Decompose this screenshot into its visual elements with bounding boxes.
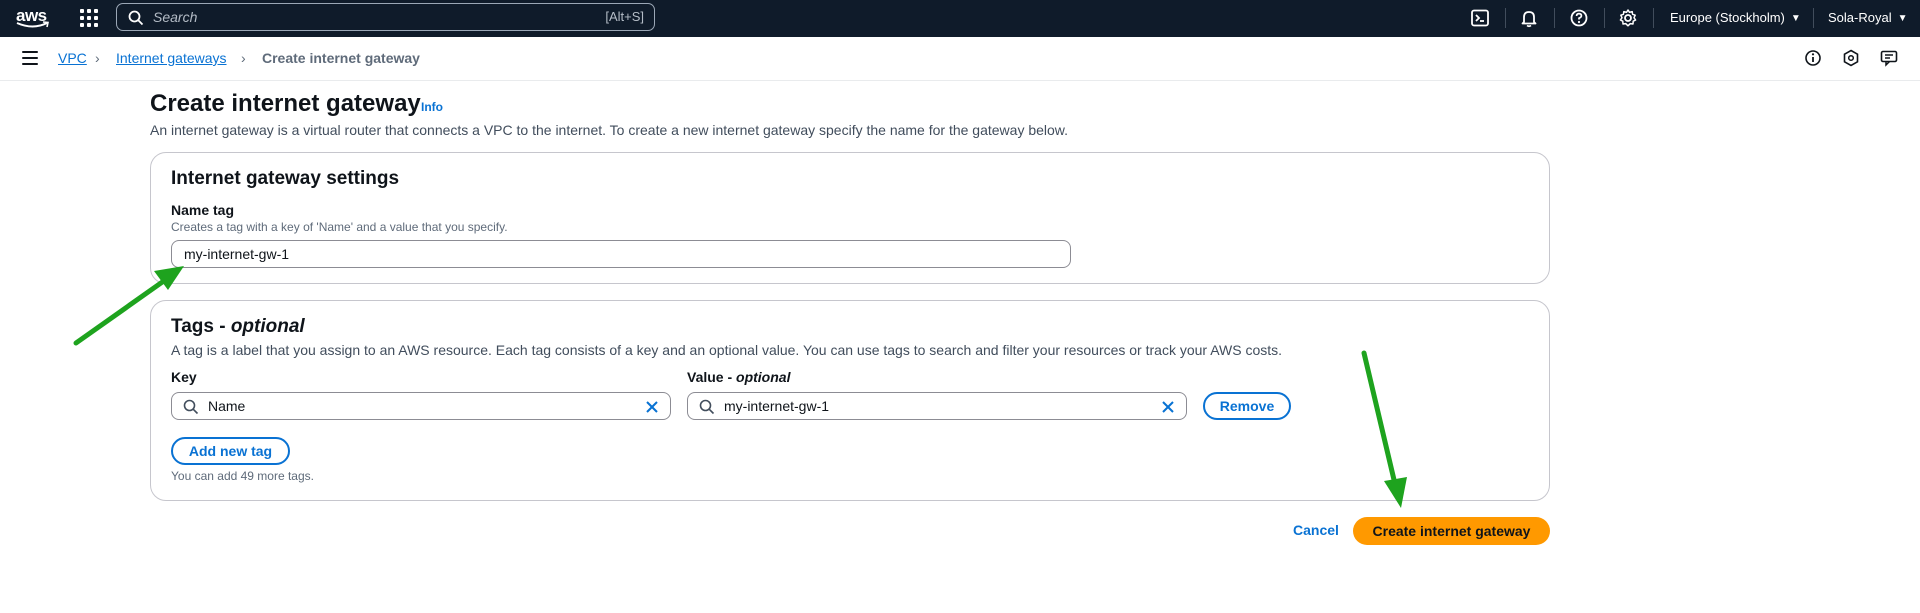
tags-panel: Tags - optional A tag is a label that yo… bbox=[150, 300, 1550, 501]
search-input[interactable] bbox=[153, 7, 553, 27]
name-tag-label: Name tag bbox=[171, 202, 235, 218]
tags-remaining-hint: You can add 49 more tags. bbox=[171, 469, 314, 483]
aws-logo[interactable]: aws bbox=[14, 5, 54, 31]
add-new-tag-button[interactable]: Add new tag bbox=[171, 437, 290, 465]
aws-smile-icon bbox=[16, 21, 49, 28]
tag-key-field[interactable] bbox=[171, 392, 671, 420]
clear-icon[interactable] bbox=[1160, 399, 1176, 415]
clear-icon[interactable] bbox=[644, 399, 660, 415]
breadcrumb-internet-gateways[interactable]: Internet gateways bbox=[116, 50, 227, 66]
search-icon bbox=[699, 399, 715, 415]
cloudshell-icon[interactable] bbox=[1470, 8, 1490, 28]
name-tag-description: Creates a tag with a key of 'Name' and a… bbox=[171, 220, 508, 234]
page-title: Create internet gateway bbox=[150, 90, 421, 117]
tag-key-input[interactable] bbox=[208, 396, 588, 416]
menu-icon[interactable] bbox=[22, 51, 40, 65]
chevron-right-icon: › bbox=[241, 50, 246, 66]
notifications-icon[interactable] bbox=[1519, 8, 1539, 28]
caret-down-icon: ▼ bbox=[1897, 13, 1908, 24]
region-selector[interactable]: Europe (Stockholm) ▼ bbox=[1670, 10, 1801, 25]
search-icon bbox=[128, 10, 144, 26]
nav-divider bbox=[1554, 8, 1555, 28]
caret-down-icon: ▼ bbox=[1790, 13, 1801, 24]
remove-tag-button[interactable]: Remove bbox=[1203, 392, 1291, 420]
tag-value-input[interactable] bbox=[724, 396, 1104, 416]
nav-divider bbox=[1505, 8, 1506, 28]
tag-value-field[interactable] bbox=[687, 392, 1187, 420]
tags-title-text: Tags - bbox=[171, 316, 231, 337]
chevron-right-icon: › bbox=[95, 50, 100, 66]
nav-divider bbox=[1653, 8, 1654, 28]
settings-icon[interactable] bbox=[1618, 8, 1638, 28]
tags-description: A tag is a label that you assign to an A… bbox=[171, 342, 1283, 358]
top-navigation: aws [Alt+S] bbox=[0, 0, 1920, 37]
cancel-button[interactable]: Cancel bbox=[1293, 522, 1339, 538]
global-search[interactable]: [Alt+S] bbox=[116, 3, 655, 31]
feedback-icon[interactable] bbox=[1880, 49, 1898, 67]
tag-value-label-text: Value - bbox=[687, 369, 737, 385]
help-icon[interactable] bbox=[1569, 8, 1589, 28]
internet-gateway-settings-panel: Internet gateway settings Name tag Creat… bbox=[150, 152, 1550, 284]
tag-value-label: Value - optional bbox=[687, 369, 790, 385]
account-menu[interactable]: Sola-Royal ▼ bbox=[1828, 10, 1908, 25]
info-panel-icon[interactable] bbox=[1804, 49, 1822, 67]
nav-divider bbox=[1813, 8, 1814, 28]
breadcrumb-bar: VPC › Internet gateways › Create interne… bbox=[0, 37, 1920, 81]
info-link[interactable]: Info bbox=[421, 100, 443, 114]
services-menu-icon[interactable] bbox=[80, 9, 98, 27]
name-tag-input[interactable] bbox=[171, 240, 1071, 268]
search-shortcut: [Alt+S] bbox=[605, 9, 644, 24]
breadcrumb-vpc[interactable]: VPC bbox=[58, 50, 87, 66]
account-label: Sola-Royal bbox=[1828, 10, 1892, 25]
tag-key-label: Key bbox=[171, 369, 197, 385]
nav-divider bbox=[1604, 8, 1605, 28]
security-hub-icon[interactable] bbox=[1842, 49, 1860, 67]
tags-title: Tags - optional bbox=[171, 316, 305, 338]
create-internet-gateway-button[interactable]: Create internet gateway bbox=[1353, 517, 1550, 545]
page-description: An internet gateway is a virtual router … bbox=[150, 122, 1069, 138]
region-label: Europe (Stockholm) bbox=[1670, 10, 1785, 25]
search-icon bbox=[183, 399, 199, 415]
tag-value-label-optional: optional bbox=[736, 369, 791, 385]
tags-title-optional: optional bbox=[230, 316, 305, 337]
settings-title: Internet gateway settings bbox=[171, 168, 400, 189]
breadcrumb-current: Create internet gateway bbox=[262, 50, 420, 66]
